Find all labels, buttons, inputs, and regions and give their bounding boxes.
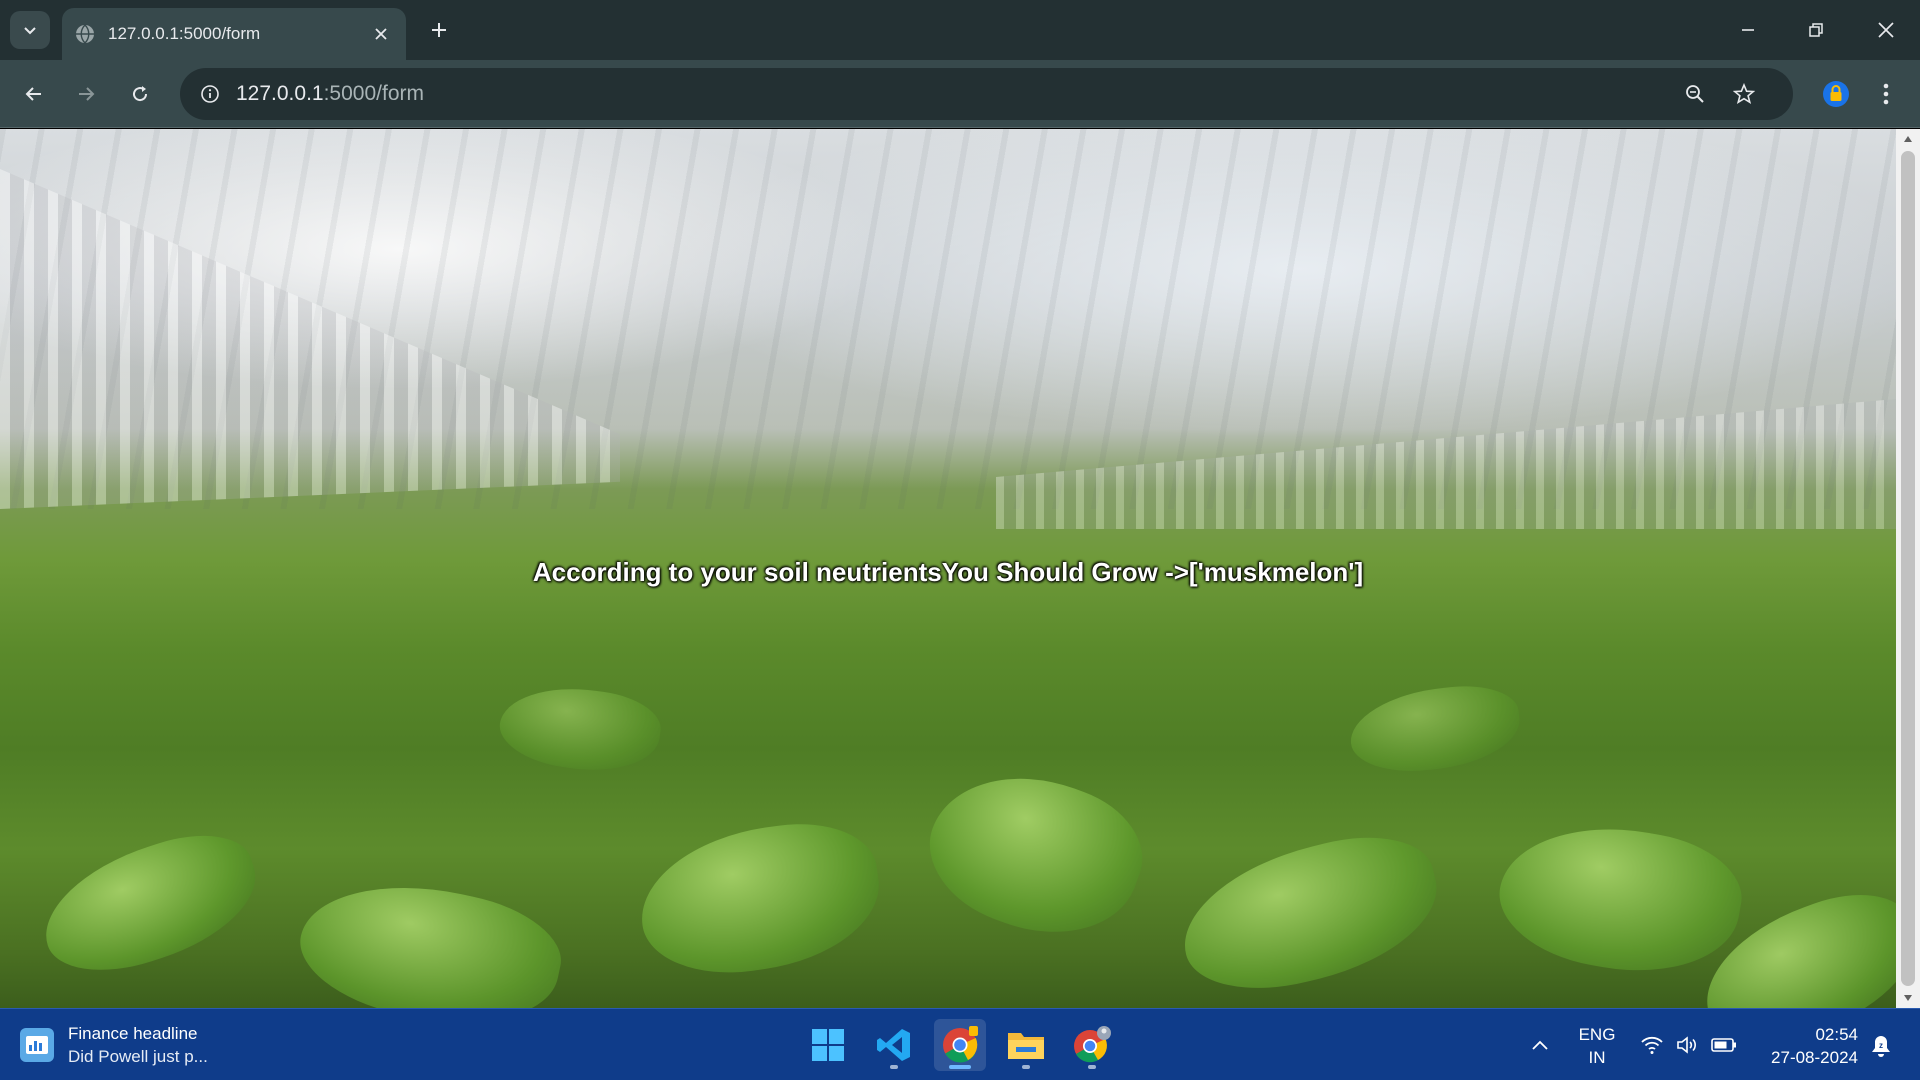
taskbar-app-chrome[interactable]	[934, 1019, 986, 1071]
browser-tabstrip: 127.0.0.1:5000/form	[0, 0, 1920, 60]
widget-title: Finance headline	[68, 1023, 198, 1043]
background-leaf	[910, 747, 1160, 961]
speaker-icon	[1677, 1036, 1696, 1054]
page-viewport: According to your soil neutrientsYou Sho…	[0, 129, 1896, 1008]
window-close-button[interactable]	[1866, 10, 1906, 50]
running-indicator	[1022, 1065, 1030, 1069]
site-info-button[interactable]	[194, 78, 226, 110]
widget-subtitle: Did Powell just p...	[68, 1046, 208, 1066]
background-leaf	[1346, 680, 1524, 778]
browser-toolbar: 127.0.0.1:5000/form	[0, 60, 1920, 128]
notification-center-button[interactable]: z	[1866, 1031, 1896, 1061]
chrome-profile-icon	[1074, 1026, 1111, 1063]
zoom-button[interactable]	[1679, 78, 1711, 110]
chevron-down-icon	[24, 27, 36, 35]
region-code: IN	[1588, 1048, 1606, 1067]
background-leaf	[1489, 809, 1751, 989]
close-icon	[375, 28, 387, 40]
site-info-icon	[201, 85, 219, 103]
forward-button[interactable]	[66, 74, 106, 114]
wifi-icon	[1641, 1036, 1663, 1054]
url-host: 127.0.0.1	[236, 82, 324, 105]
active-indicator	[949, 1065, 971, 1069]
bell-icon: z	[1872, 1036, 1890, 1057]
triangle-up-icon	[1904, 136, 1912, 142]
restore-icon	[1809, 23, 1823, 37]
clock-time: 02:54	[1815, 1025, 1858, 1044]
running-indicator	[890, 1065, 898, 1069]
triangle-down-icon	[1904, 995, 1912, 1001]
back-icon	[25, 87, 41, 101]
scroll-thumb[interactable]	[1901, 151, 1915, 986]
windows-taskbar: Finance headline Did Powell just p... EN…	[0, 1008, 1920, 1080]
taskbar-app-file-explorer[interactable]	[1000, 1019, 1052, 1071]
volume-status[interactable]	[1674, 1031, 1702, 1059]
globe-icon	[74, 23, 96, 45]
forward-icon	[79, 87, 95, 101]
extension-lock-icon	[1823, 81, 1849, 107]
taskbar-app-vscode[interactable]	[868, 1019, 920, 1071]
background-leaf	[28, 817, 272, 991]
news-widget[interactable]: Finance headline Did Powell just p...	[20, 1019, 260, 1071]
new-tab-button[interactable]	[422, 13, 456, 47]
plus-icon	[432, 23, 446, 37]
taskbar-app-chrome-profile[interactable]	[1066, 1019, 1118, 1071]
bookmark-star-icon	[1733, 83, 1755, 105]
background-leaf	[289, 863, 571, 1008]
background-leaf	[631, 812, 889, 986]
minimize-button[interactable]	[1728, 10, 1768, 50]
system-clock[interactable]: 02:54 27-08-2024	[1754, 1023, 1858, 1069]
url-path: :5000/form	[323, 82, 424, 105]
bookmark-button[interactable]	[1728, 78, 1760, 110]
url-text[interactable]: 127.0.0.1:5000/form	[236, 82, 424, 106]
zoom-icon	[1686, 85, 1704, 103]
widget-text: Finance headline Did Powell just p...	[68, 1024, 208, 1067]
show-hidden-icons-button[interactable]	[1524, 1029, 1556, 1061]
minimize-icon	[1742, 29, 1754, 31]
close-icon	[1878, 22, 1894, 38]
scroll-down-button[interactable]	[1896, 988, 1920, 1008]
back-button[interactable]	[14, 74, 54, 114]
tab-active[interactable]: 127.0.0.1:5000/form	[62, 8, 406, 60]
vscode-icon	[877, 1029, 910, 1061]
file-explorer-icon	[1008, 1033, 1044, 1059]
start-button[interactable]	[802, 1019, 854, 1071]
chevron-up-icon	[1532, 1040, 1548, 1050]
scroll-up-button[interactable]	[1896, 129, 1920, 149]
extension-button[interactable]	[1816, 74, 1856, 114]
tab-search-button[interactable]	[10, 11, 50, 49]
tab-title: 127.0.0.1:5000/form	[108, 24, 261, 43]
reload-icon	[133, 86, 148, 102]
battery-status[interactable]	[1710, 1031, 1738, 1059]
restore-button[interactable]	[1796, 10, 1836, 50]
battery-icon	[1711, 1038, 1736, 1052]
browser-menu-button[interactable]	[1868, 74, 1904, 114]
finance-widget-icon	[20, 1028, 54, 1062]
more-vert-icon	[1883, 83, 1889, 105]
input-language-indicator[interactable]: ENG IN	[1574, 1023, 1620, 1069]
address-bar[interactable]: 127.0.0.1:5000/form	[180, 68, 1793, 120]
screen: 127.0.0.1:5000/form 127.0.0.1:5000/form …	[0, 0, 1920, 1080]
tab-close-button[interactable]	[368, 21, 394, 47]
network-status[interactable]	[1638, 1031, 1666, 1059]
chrome-icon	[943, 1026, 978, 1063]
background-leaf	[1168, 819, 1452, 1008]
prediction-result-text: According to your soil neutrientsYou Sho…	[532, 557, 1364, 587]
reload-button[interactable]	[120, 74, 160, 114]
clock-date: 27-08-2024	[1771, 1048, 1858, 1067]
running-indicator	[1088, 1065, 1096, 1069]
vertical-scrollbar[interactable]	[1896, 129, 1920, 1008]
background-leaf	[495, 678, 665, 780]
windows-start-icon	[812, 1029, 844, 1061]
language-code: ENG	[1578, 1025, 1616, 1044]
svg-text:z: z	[1879, 1041, 1883, 1050]
